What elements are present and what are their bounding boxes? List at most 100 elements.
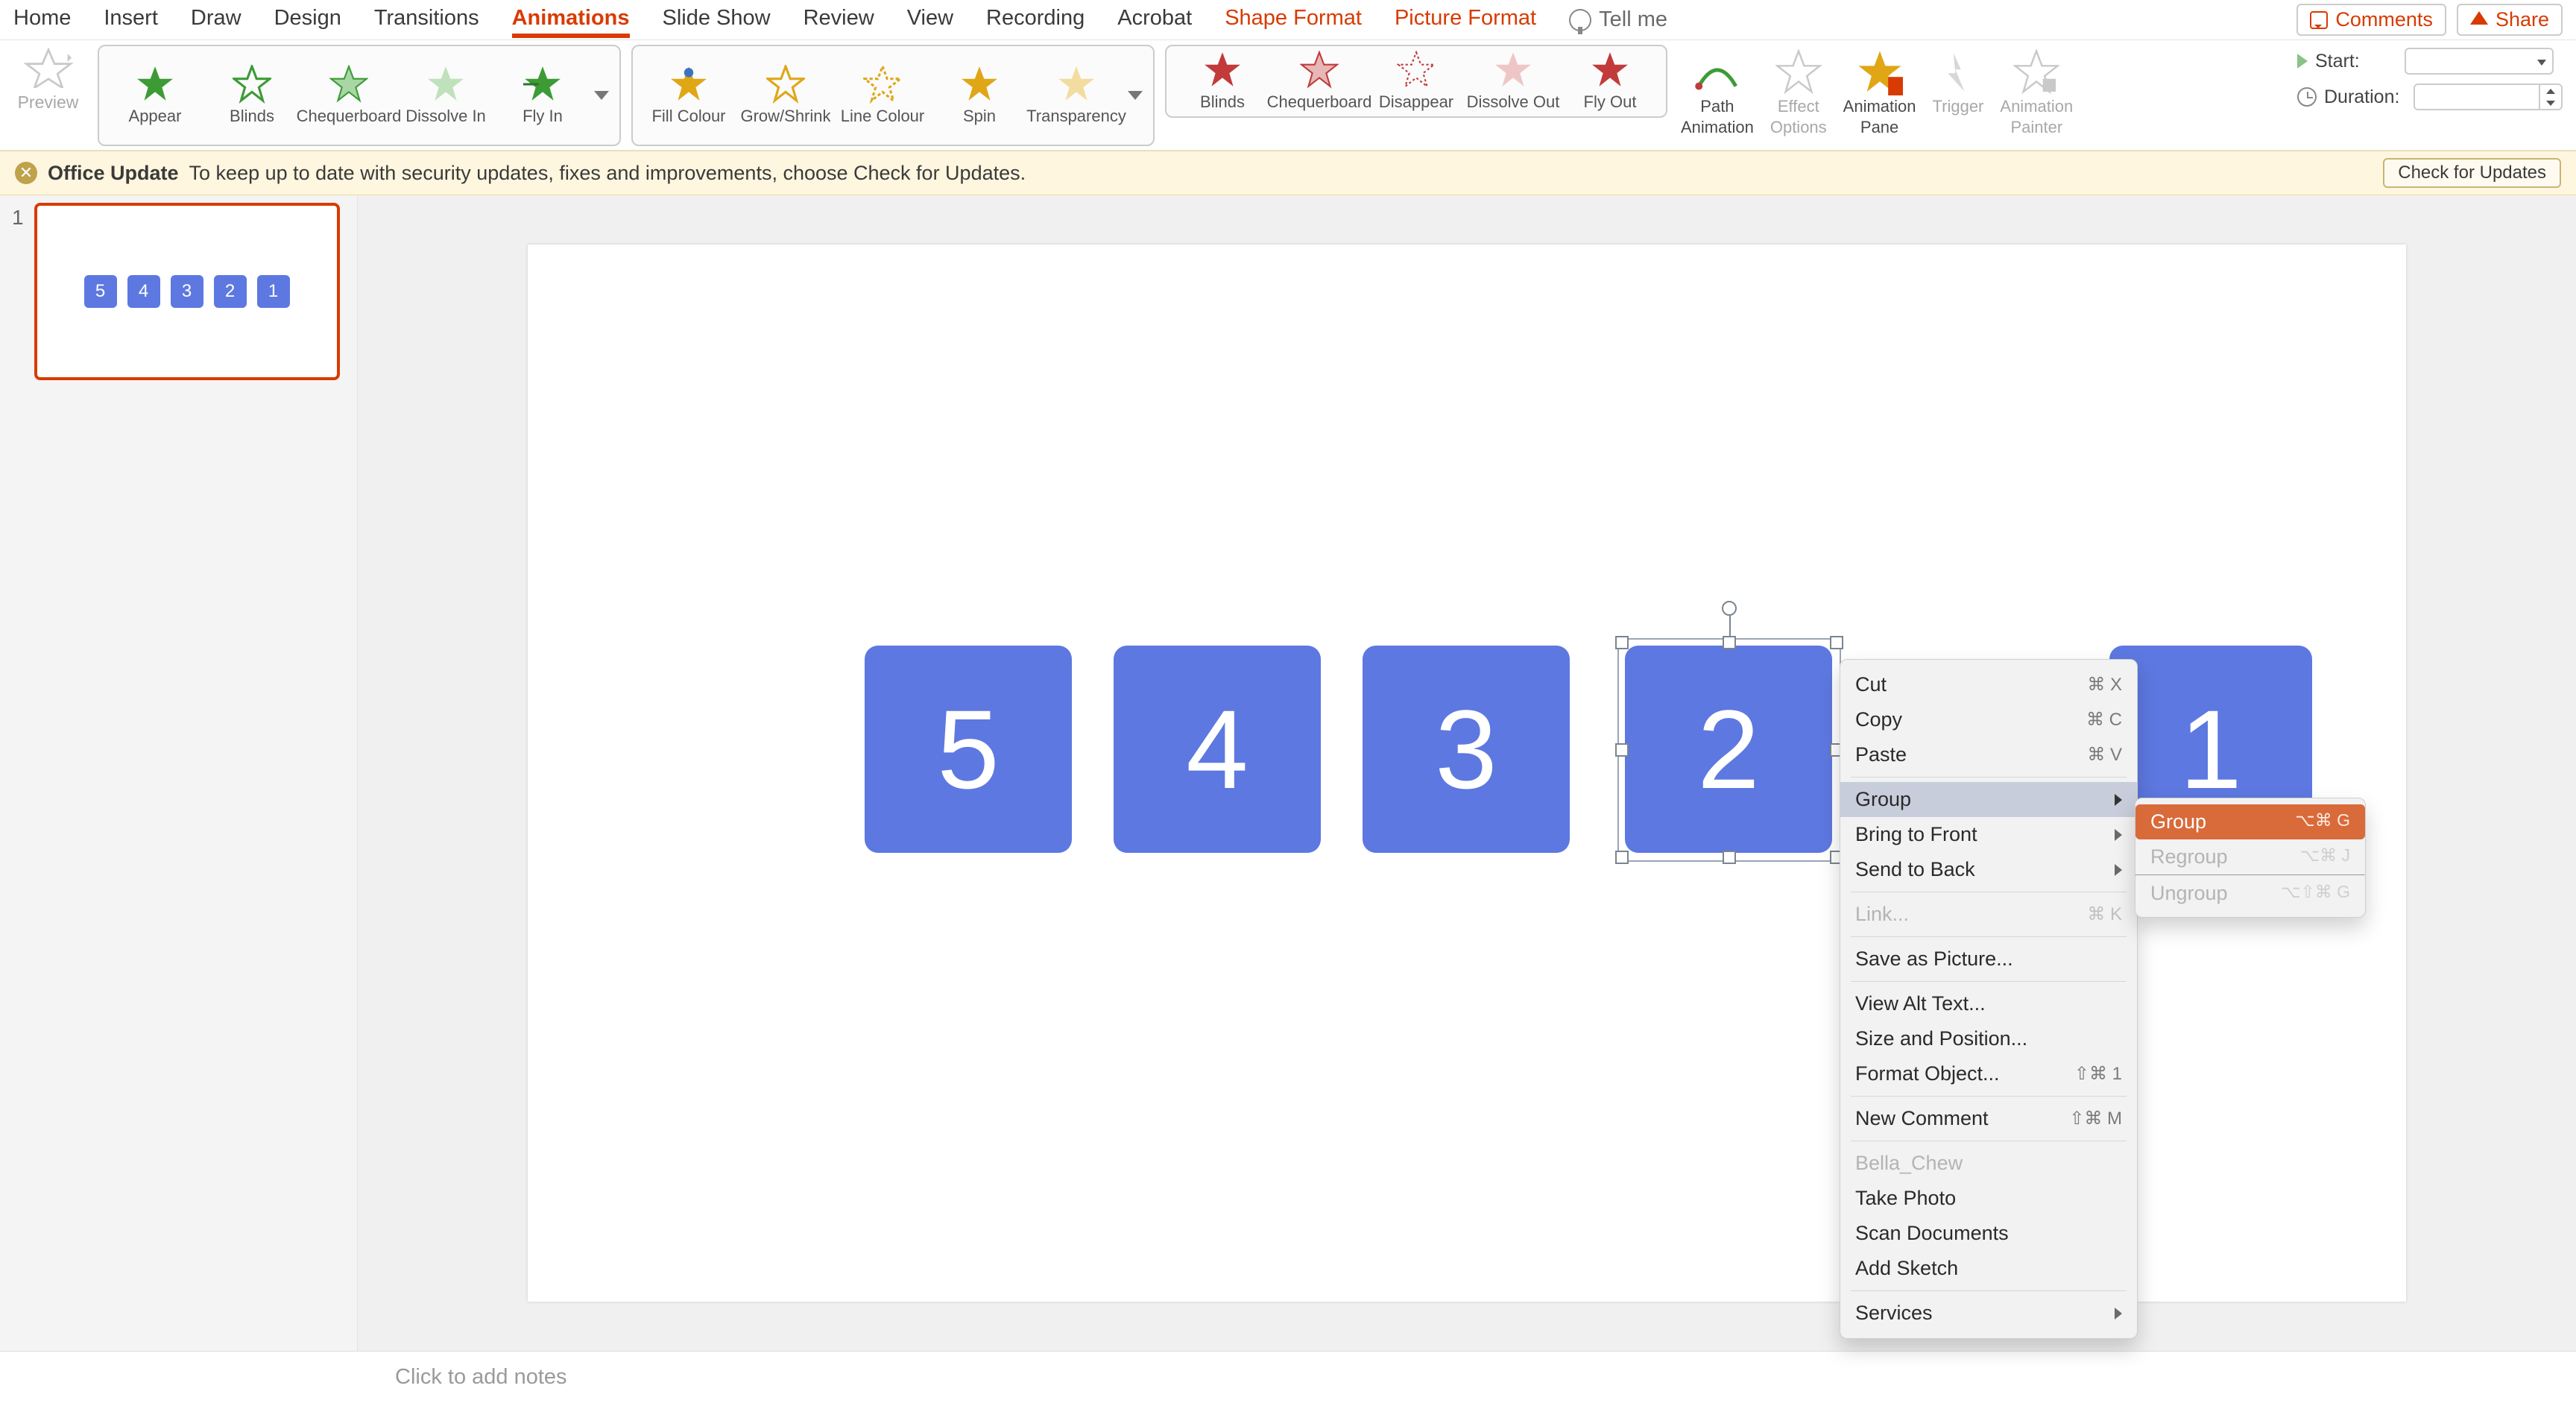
tab-draw[interactable]: Draw xyxy=(191,6,242,34)
thumbnail-1[interactable]: 1 5 4 3 2 1 xyxy=(12,203,345,380)
share-button[interactable]: Share xyxy=(2457,4,2563,36)
preview-label: Preview xyxy=(18,92,79,113)
chevron-right-icon xyxy=(2115,829,2122,841)
ctx-send-back[interactable]: Send to Back xyxy=(1840,852,2137,887)
anim-fill-colour[interactable]: Fill Colour xyxy=(640,65,737,126)
anim-disappear[interactable]: Disappear xyxy=(1368,51,1465,112)
tab-recording[interactable]: Recording xyxy=(986,6,1085,34)
share-icon xyxy=(2470,11,2488,25)
path-label-1: Path xyxy=(1700,97,1734,116)
tab-slideshow[interactable]: Slide Show xyxy=(663,6,771,34)
thumbnail-preview[interactable]: 5 4 3 2 1 xyxy=(34,203,340,380)
tab-insert[interactable]: Insert xyxy=(104,6,158,34)
tab-acrobat[interactable]: Acrobat xyxy=(1117,6,1192,34)
anim-dissolve-out[interactable]: Dissolve Out xyxy=(1465,51,1562,112)
anim-blinds-in[interactable]: Blinds xyxy=(203,65,300,126)
star-icon xyxy=(669,65,708,104)
stepper-up[interactable] xyxy=(2540,85,2561,97)
anim-grow-shrink[interactable]: Grow/Shrink xyxy=(737,65,834,126)
painter-label-2: Painter xyxy=(2010,118,2062,137)
anim-fly-out[interactable]: Fly Out xyxy=(1562,51,1658,112)
anim-transparency[interactable]: Transparency xyxy=(1028,65,1125,126)
anim-appear[interactable]: Appear xyxy=(107,65,203,126)
slide-1[interactable]: 5 4 3 1 2 xyxy=(528,245,2406,1302)
resize-handle-tr[interactable] xyxy=(1830,636,1843,649)
ctx-bring-front[interactable]: Bring to Front xyxy=(1840,817,2137,852)
comments-button[interactable]: Comments xyxy=(2296,4,2446,36)
ctx-link: Link...⌘ K xyxy=(1840,897,2137,932)
entrance-more-button[interactable] xyxy=(591,51,612,140)
office-update-notice: ✕ Office Update To keep up to date with … xyxy=(0,151,2576,195)
trigger-button[interactable]: Trigger xyxy=(1930,45,1987,121)
group-submenu: Group⌥⌘ G Regroup⌥⌘ J Ungroup⌥⇧⌘ G xyxy=(2135,798,2366,918)
start-label: Start: xyxy=(2315,51,2397,72)
ctx-new-comment[interactable]: New Comment⇧⌘ M xyxy=(1840,1101,2137,1136)
comments-label: Comments xyxy=(2335,8,2433,31)
painter-label-1: Animation xyxy=(2000,97,2073,116)
close-notice-icon[interactable]: ✕ xyxy=(15,162,37,184)
shape-3[interactable]: 3 xyxy=(1363,646,1570,853)
chevron-right-icon xyxy=(2115,1308,2122,1320)
ctx-take-photo[interactable]: Take Photo xyxy=(1840,1181,2137,1216)
submenu-group[interactable]: Group⌥⌘ G xyxy=(2135,804,2365,839)
ctx-cut[interactable]: Cut⌘ X xyxy=(1840,667,2137,702)
tab-home[interactable]: Home xyxy=(13,6,71,34)
selected-shape-2[interactable]: 2 xyxy=(1622,643,1837,857)
ctx-format-object[interactable]: Format Object...⇧⌘ 1 xyxy=(1840,1056,2137,1091)
anim-line-colour[interactable]: Line Colour xyxy=(834,65,931,126)
tab-shape-format[interactable]: Shape Format xyxy=(1225,6,1362,34)
title-right-commands: Comments Share xyxy=(2296,4,2563,36)
notes-placeholder: Click to add notes xyxy=(395,1365,567,1390)
check-for-updates-button[interactable]: Check for Updates xyxy=(2383,158,2561,188)
star-icon xyxy=(329,65,368,104)
workspace: 1 5 4 3 2 1 5 4 3 1 xyxy=(0,195,2576,1351)
thumb-shape: 4 xyxy=(127,275,160,308)
resize-handle-l[interactable] xyxy=(1615,743,1629,757)
preview-button[interactable]: Preview xyxy=(9,45,87,117)
anim-chequerboard-out[interactable]: Chequerboard xyxy=(1271,51,1368,112)
notes-pane[interactable]: Click to add notes xyxy=(0,1351,2576,1403)
anim-chequerboard-in[interactable]: Chequerboard xyxy=(300,65,397,126)
tab-design[interactable]: Design xyxy=(274,6,341,34)
slide-canvas[interactable]: 5 4 3 1 2 xyxy=(358,195,2576,1351)
tab-picture-format[interactable]: Picture Format xyxy=(1395,6,1536,34)
duration-stepper[interactable] xyxy=(2414,83,2563,110)
tab-view[interactable]: View xyxy=(907,6,953,34)
anim-dissolve-in[interactable]: Dissolve In xyxy=(397,65,494,126)
notice-title: Office Update xyxy=(48,162,179,185)
resize-handle-bl[interactable] xyxy=(1615,851,1629,864)
ctx-save-as-picture[interactable]: Save as Picture... xyxy=(1840,942,2137,977)
shape-5[interactable]: 5 xyxy=(865,646,1072,853)
resize-handle-b[interactable] xyxy=(1723,851,1736,864)
ctx-scan-documents[interactable]: Scan Documents xyxy=(1840,1216,2137,1251)
ctx-group[interactable]: Group xyxy=(1840,782,2137,817)
anim-fly-in[interactable]: Fly In xyxy=(494,65,591,126)
shape-4[interactable]: 4 xyxy=(1114,646,1321,853)
ctx-paste[interactable]: Paste⌘ V xyxy=(1840,737,2137,772)
ctx-size-and-position[interactable]: Size and Position... xyxy=(1840,1021,2137,1056)
animation-pane-button[interactable]: Animation Pane xyxy=(1840,45,1919,142)
anim-blinds-out[interactable]: Blinds xyxy=(1174,51,1271,112)
anim-transparency-label: Transparency xyxy=(1026,107,1126,126)
resize-handle-tl[interactable] xyxy=(1615,636,1629,649)
tell-me-search[interactable]: Tell me xyxy=(1569,7,1667,32)
animation-pane-icon xyxy=(1857,49,1903,95)
tab-animations[interactable]: Animations xyxy=(512,6,630,34)
emphasis-more-button[interactable] xyxy=(1125,51,1146,140)
anim-dissolve-label: Dissolve In xyxy=(405,107,486,126)
effect-label-2: Options xyxy=(1770,118,1827,137)
anim-spin[interactable]: Spin xyxy=(931,65,1028,126)
path-animation-button[interactable]: Path Animation xyxy=(1678,45,1757,142)
resize-handle-t[interactable] xyxy=(1723,636,1736,649)
tab-review[interactable]: Review xyxy=(804,6,874,34)
animation-painter-button[interactable]: Animation Painter xyxy=(1997,45,2076,142)
start-combobox[interactable] xyxy=(2405,48,2554,75)
effect-options-button[interactable]: Effect Options xyxy=(1767,45,1830,142)
ctx-copy[interactable]: Copy⌘ C xyxy=(1840,702,2137,737)
stepper-down[interactable] xyxy=(2540,97,2561,109)
ctx-add-sketch[interactable]: Add Sketch xyxy=(1840,1251,2137,1286)
tab-transitions[interactable]: Transitions xyxy=(374,6,479,34)
rotation-handle[interactable] xyxy=(1722,601,1737,616)
ctx-services[interactable]: Services xyxy=(1840,1296,2137,1331)
ctx-view-alt-text[interactable]: View Alt Text... xyxy=(1840,986,2137,1021)
